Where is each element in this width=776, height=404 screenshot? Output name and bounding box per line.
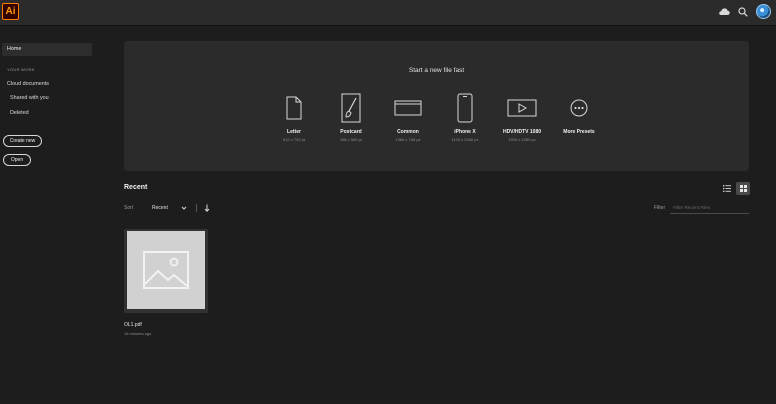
sort-dropdown[interactable]: Recent xyxy=(152,203,190,213)
preset-postcard[interactable]: Postcard 288 x 560 pt xyxy=(321,91,381,142)
file-name[interactable]: OL1.pdf xyxy=(124,322,142,328)
brush-icon xyxy=(341,93,361,123)
preset-name: HDV/HDTV 1080 xyxy=(502,129,542,135)
video-icon xyxy=(507,99,537,117)
sort-label: Sort xyxy=(124,205,134,211)
preset-more-presets[interactable]: More Presets xyxy=(549,91,609,137)
document-icon xyxy=(286,96,302,120)
list-view-icon xyxy=(723,185,731,192)
preset-dimensions: 288 x 560 pt xyxy=(339,137,363,142)
panel-title: Start a new file fast xyxy=(408,67,465,74)
open-button[interactable]: Open xyxy=(3,154,31,166)
preset-name: Postcard xyxy=(340,129,362,135)
file-thumbnail-card[interactable] xyxy=(124,229,208,313)
more-icon xyxy=(570,99,588,117)
preset-common[interactable]: Common 1366 x 768 px xyxy=(378,91,438,142)
preset-name: Letter xyxy=(287,129,301,135)
illustrator-logo[interactable]: Ai xyxy=(2,3,19,20)
sidebar-item-cloud-documents[interactable]: Cloud documents xyxy=(7,81,49,87)
preset-iphone-x[interactable]: iPhone X 1125 x 2436 px xyxy=(435,91,495,142)
avatar[interactable] xyxy=(756,4,771,19)
chevron-down-icon xyxy=(181,206,187,210)
sidebar-item-deleted[interactable]: Deleted xyxy=(10,110,29,116)
preset-dimensions: 1366 x 768 px xyxy=(395,137,421,142)
create-new-button[interactable]: Create new xyxy=(3,135,42,147)
cloud-icon[interactable] xyxy=(718,7,730,16)
file-thumbnail xyxy=(127,231,205,309)
preset-name: iPhone X xyxy=(454,129,476,135)
preset-dimensions: 612 x 792 pt xyxy=(282,137,306,142)
sort-value: Recent xyxy=(152,205,168,211)
top-icons xyxy=(718,4,771,19)
file-modified-time: 16 minutes ago xyxy=(124,331,152,336)
search-icon[interactable] xyxy=(738,6,748,17)
filter-input[interactable] xyxy=(670,202,749,214)
sidebar: Home YOUR WORK Cloud documents Shared wi… xyxy=(0,26,100,404)
preset-name: Common xyxy=(397,129,419,135)
grid-view-button[interactable] xyxy=(736,182,750,195)
sidebar-item-home[interactable]: Home xyxy=(2,43,92,56)
phone-icon xyxy=(457,93,473,123)
section-label-your-work: YOUR WORK xyxy=(7,67,35,72)
top-bar: Ai xyxy=(0,0,776,26)
sidebar-item-shared-with-you[interactable]: Shared with you xyxy=(10,95,49,101)
monitor-icon xyxy=(394,100,422,116)
preset-hdv-hdtv-1080[interactable]: HDV/HDTV 1080 1920 x 1080 px xyxy=(492,91,552,142)
grid-view-icon xyxy=(739,185,747,192)
list-view-button[interactable] xyxy=(720,182,734,195)
filter-label: Filter xyxy=(654,205,666,211)
divider xyxy=(196,204,197,212)
recent-title: Recent xyxy=(124,184,148,191)
preset-dimensions: 1920 x 1080 px xyxy=(508,137,536,142)
preset-letter[interactable]: Letter 612 x 792 pt xyxy=(264,91,324,142)
image-placeholder-icon xyxy=(143,251,189,289)
preset-dimensions: 1125 x 2436 px xyxy=(451,137,479,142)
sort-direction-icon[interactable] xyxy=(203,203,211,213)
preset-name: More Presets xyxy=(563,129,595,135)
new-file-panel: Start a new file fast Letter 612 x 792 p… xyxy=(124,41,749,171)
